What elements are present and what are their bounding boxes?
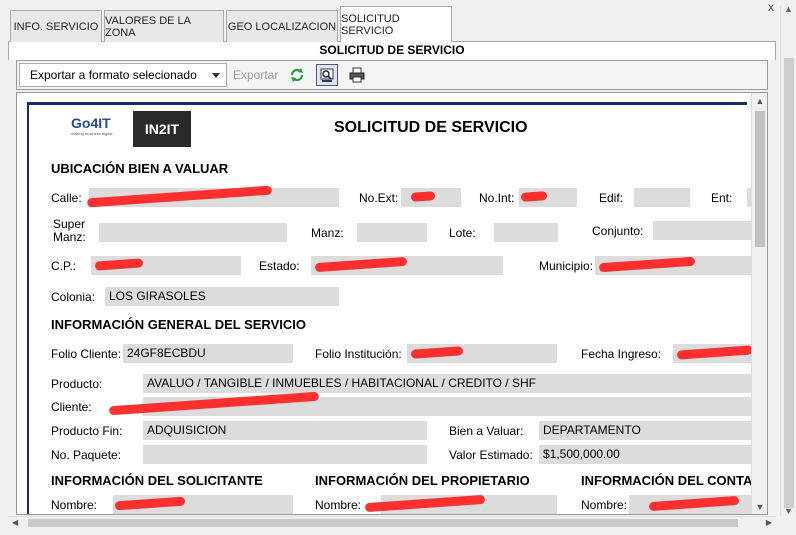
tab-geo-localizacion[interactable]: GEO LOCALIZACION	[226, 10, 338, 42]
cliente-label: Cliente:	[51, 400, 92, 414]
zoom-icon[interactable]	[316, 64, 339, 86]
folio-institucion-label: Folio Institución:	[315, 347, 402, 361]
chevron-down-icon	[212, 73, 220, 78]
redaction-mark	[520, 191, 548, 202]
tab-label: GEO LOCALIZACION	[227, 20, 337, 33]
producto-fin-label: Producto Fin:	[51, 424, 123, 438]
scroll-down-icon[interactable]: ▼	[752, 499, 767, 514]
app-window: INFO. SERVICIO VALORES DE LA ZONA GEO LO…	[0, 0, 796, 535]
go4it-logo-sub: making business digital	[71, 131, 113, 136]
scroll-right-icon[interactable]: ▶	[766, 517, 772, 529]
folio-cliente-label: Folio Cliente:	[51, 347, 122, 361]
window-scroll-up-icon[interactable]: ▲	[784, 4, 793, 14]
producto-fin-field: ADQUISICION	[143, 421, 427, 440]
edif-field	[634, 188, 690, 207]
no-paquete-label: No. Paquete:	[51, 448, 122, 462]
conjunto-field	[653, 221, 753, 240]
viewer-vertical-scrollbar[interactable]: ▲ ▼	[751, 93, 767, 514]
in2it-logo: IN2IT	[133, 111, 191, 147]
lote-label: Lote:	[449, 226, 476, 240]
colonia-label: Colonia:	[51, 290, 96, 304]
folio-cliente-field: 24GF8ECBDU	[123, 344, 293, 363]
contacto-nombre-label: Nombre:	[581, 498, 628, 512]
supermanz-label-1: Super	[53, 217, 86, 231]
panel-title: SOLICITUD DE SERVICIO	[8, 42, 776, 60]
section-general: INFORMACIÓN GENERAL DEL SERVICIO	[51, 317, 306, 332]
colonia-field: LOS GIRASOLES	[105, 287, 339, 306]
report-toolbar: Exportar a formato selecionado Exportar	[16, 60, 768, 90]
section-contacto: INFORMACIÓN DEL CONTAC	[581, 473, 762, 488]
noext-label: No.Ext:	[359, 191, 399, 205]
bien-valuar-label: Bien a Valuar:	[449, 424, 524, 438]
conjunto-label: Conjunto:	[592, 224, 644, 238]
window-vertical-scrollbar[interactable]: ▲ ▼	[780, 4, 796, 516]
tab-valores-zona[interactable]: VALORES DE LA ZONA	[104, 10, 224, 42]
export-format-value: Exportar a formato selecionado	[30, 68, 197, 82]
noint-label: No.Int:	[479, 191, 515, 205]
edif-label: Edif:	[599, 191, 624, 205]
solicitante-nombre-label: Nombre:	[51, 498, 98, 512]
manz-label: Manz:	[311, 226, 344, 240]
estado-label: Estado:	[259, 259, 300, 273]
municipio-label: Municipio:	[539, 259, 594, 273]
scroll-up-icon[interactable]: ▲	[752, 93, 767, 109]
redaction-mark	[410, 191, 436, 202]
cp-label: C.P.:	[51, 259, 77, 273]
export-format-select[interactable]: Exportar a formato selecionado	[19, 63, 227, 87]
service-request-document: Go4IT making business digital IN2IT SOLI…	[27, 102, 767, 514]
scroll-thumb[interactable]	[755, 111, 765, 247]
bien-valuar-field: DEPARTAMENTO	[539, 421, 753, 440]
print-icon[interactable]	[346, 64, 368, 86]
supermanz-label-2: Manz:	[53, 230, 86, 244]
report-viewer[interactable]: Go4IT making business digital IN2IT SOLI…	[16, 92, 768, 515]
scroll-thumb-horizontal[interactable]	[28, 519, 738, 527]
export-button[interactable]: Exportar	[233, 68, 278, 82]
tab-bar: INFO. SERVICIO VALORES DE LA ZONA GEO LO…	[8, 6, 776, 43]
no-paquete-field	[143, 445, 427, 464]
go4it-logo-text: Go4IT	[71, 115, 111, 131]
window-scroll-down-icon[interactable]: ▼	[784, 506, 793, 516]
producto-label: Producto:	[51, 377, 103, 391]
section-solicitante: INFORMACIÓN DEL SOLICITANTE	[51, 473, 263, 488]
calle-label: Calle:	[51, 191, 82, 205]
propietario-nombre-label: Nombre:	[315, 498, 362, 512]
refresh-icon[interactable]	[286, 64, 308, 86]
fecha-ingreso-label: Fecha Ingreso:	[581, 347, 662, 361]
producto-field: AVALUO / TANGIBLE / INMUEBLES / HABITACI…	[143, 374, 753, 393]
tab-info-servicio[interactable]: INFO. SERVICIO	[10, 10, 102, 42]
ent-label: Ent:	[711, 191, 733, 205]
tab-label: INFO. SERVICIO	[13, 20, 99, 33]
manz-field	[357, 223, 427, 242]
window-scroll-thumb[interactable]	[784, 58, 794, 508]
supermanz-field	[99, 223, 287, 242]
lote-field	[494, 223, 558, 242]
close-icon[interactable]: x	[768, 0, 774, 14]
go4it-logo: Go4IT making business digital	[71, 115, 123, 145]
section-propietario: INFORMACIÓN DEL PROPIETARIO	[315, 473, 530, 488]
section-ubicacion: UBICACIÓN BIEN A VALUAR	[51, 161, 229, 176]
scroll-left-icon[interactable]: ◀	[12, 517, 18, 529]
valor-estimado-field: $1,500,000.00	[539, 445, 753, 464]
viewer-horizontal-scrollbar[interactable]: ◀ ▶	[8, 516, 776, 528]
valor-estimado-label: Valor Estimado:	[449, 448, 533, 462]
tab-label: SOLICITUD SERVICIO	[341, 13, 400, 37]
tab-label: VALORES DE LA ZONA	[105, 14, 191, 39]
tab-solicitud-servicio[interactable]: SOLICITUD SERVICIO	[340, 6, 452, 43]
document-title: SOLICITUD DE SERVICIO	[334, 119, 528, 136]
